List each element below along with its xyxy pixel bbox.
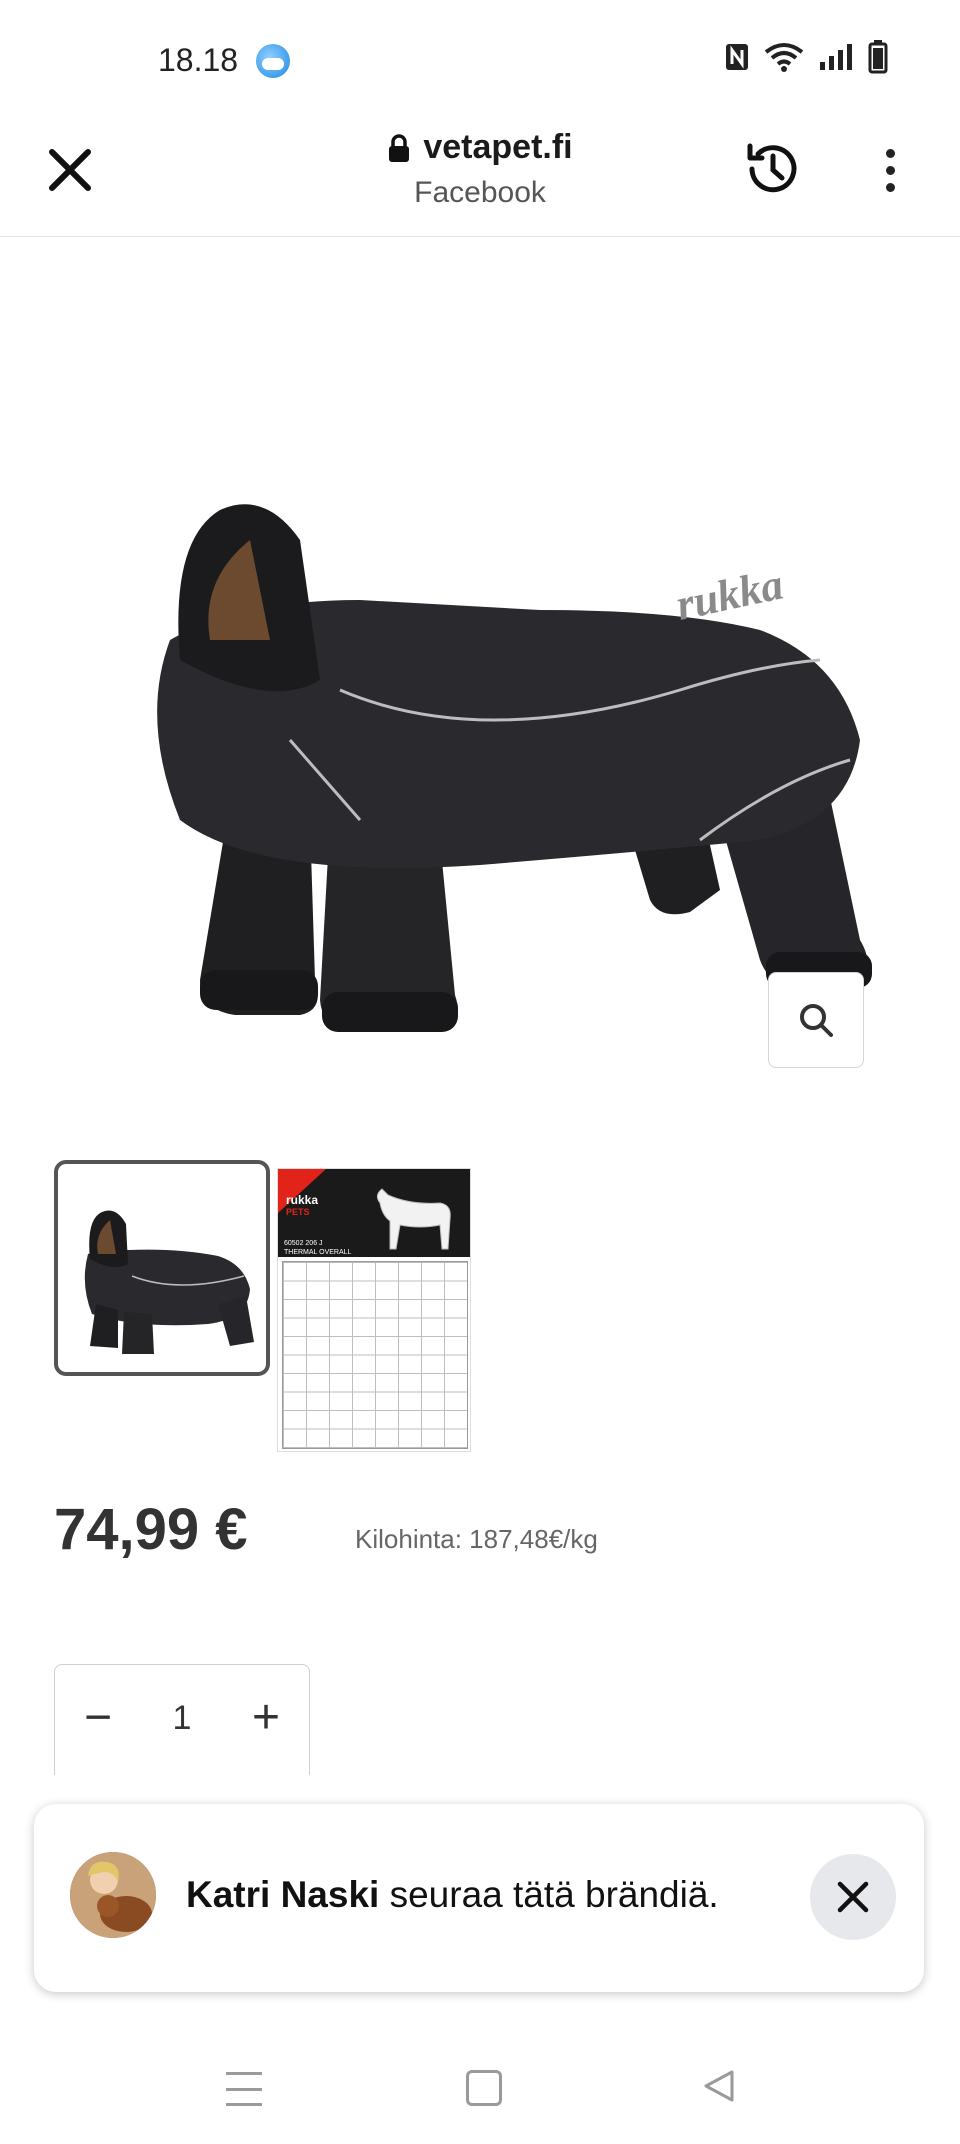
home-button[interactable] [466,2070,502,2106]
size-chart-table [282,1261,468,1449]
more-options-button[interactable] [866,138,914,202]
system-navigation-bar [0,2040,960,2144]
thumbnail-size-chart[interactable]: rukka PETS 60502 206 J THERMAL OVERALL [277,1168,471,1452]
url-display[interactable]: vetapet.fi Facebook [280,128,680,210]
weather-icon [256,44,290,78]
unit-price: Kilohinta: 187,48€/kg [355,1524,598,1554]
close-button[interactable] [40,140,100,200]
dog-silhouette-icon [376,1188,451,1250]
size-chart-brand: rukka [286,1193,319,1207]
notification-message: seuraa tätä brändiä. [379,1874,719,1915]
dog-overall-illustration: rukka [157,504,872,1032]
menu-icon-line [226,2072,262,2075]
search-icon [800,1004,833,1037]
quantity-stepper: − 1 + [54,1664,310,1775]
referrer-text: Facebook [414,175,546,209]
domain-text: vetapet.fi [423,128,573,166]
back-button[interactable] [700,2068,736,2109]
follow-notification: Katri Naski seuraa tätä brändiä. [34,1804,924,1992]
wifi-icon [764,43,804,72]
more-vert-icon-dot [885,165,895,175]
battery-icon [868,40,888,74]
status-icons [724,40,888,74]
nfc-icon [726,44,748,70]
thumbnail-product-photo[interactable] [54,1160,270,1376]
menu-icon-line [226,2103,262,2106]
thumbnail-dog-image [84,1210,254,1354]
zoom-button[interactable] [768,972,864,1068]
avatar-image [70,1852,156,1938]
size-chart-code: 60502 206 J THERMAL OVERALL [284,1239,351,1257]
close-icon [837,1881,869,1913]
product-price: 74,99 € [54,1497,248,1562]
dismiss-notification-button[interactable] [810,1854,896,1940]
close-icon [49,149,91,191]
signal-icon [820,44,852,70]
notification-text: Katri Naski seuraa tätä brändiä. [186,1874,719,1916]
recents-button[interactable] [226,2072,262,2106]
size-chart-brand-sub: PETS [286,1207,310,1217]
history-button[interactable] [738,134,808,204]
more-vert-icon-dot [885,182,895,192]
notification-user-name: Katri Naski [186,1874,380,1915]
quantity-value[interactable]: 1 [145,1699,219,1738]
history-icon [747,143,797,193]
status-time: 18.18 [158,42,239,78]
size-chart-title: THERMAL OVERALL [284,1249,352,1256]
menu-icon-line [226,2087,262,2091]
browser-header: vetapet.fi Facebook [0,110,960,237]
avatar [70,1852,156,1938]
product-image[interactable]: rukka [60,280,900,1060]
back-triangle-icon [704,2070,734,2102]
quantity-increase-button[interactable]: + [241,1694,291,1745]
product-brand-text: rukka [672,559,787,629]
more-vert-icon-dot [885,148,895,158]
quantity-decrease-button[interactable]: − [73,1694,123,1745]
size-chart-code-text: 60502 206 J [284,1240,323,1247]
lock-icon [389,133,410,162]
